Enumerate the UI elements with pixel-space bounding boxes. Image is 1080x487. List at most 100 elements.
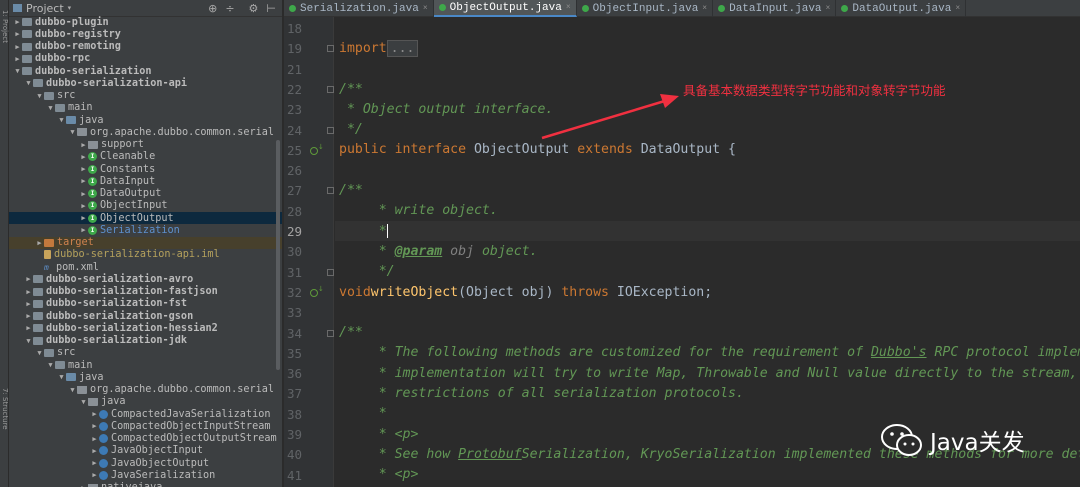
expand-right-icon[interactable]: ▶ [79, 153, 88, 161]
tree-item[interactable]: ▶ support [9, 139, 282, 151]
close-icon[interactable]: × [566, 3, 571, 12]
expand-right-icon[interactable]: ▶ [79, 165, 88, 173]
tree-item[interactable]: ▼ java [9, 371, 282, 383]
expand-down-icon[interactable]: ▼ [24, 337, 33, 345]
tree-item[interactable]: ▶ I DataOutput [9, 188, 282, 200]
expand-right-icon[interactable]: ▶ [24, 275, 33, 283]
tree-item[interactable]: ▶ target [9, 236, 282, 249]
tree-item[interactable]: ▼ org.apache.dubbo.common.serial [9, 126, 282, 138]
code-line[interactable]: import ... [335, 38, 1080, 58]
code-line[interactable]: * implementation will try to write Map, … [335, 363, 1080, 383]
expand-right-icon[interactable]: ▶ [24, 324, 33, 332]
tree-item[interactable]: ▼ main [9, 102, 282, 114]
code-line[interactable] [335, 59, 1080, 79]
expand-right-icon[interactable]: ▶ [24, 312, 33, 320]
expand-right-icon[interactable]: ▶ [79, 226, 88, 234]
tree-item[interactable]: ▶ JavaObjectOutput [9, 457, 282, 469]
tree-item[interactable]: ▶ I Serialization [9, 224, 282, 236]
expand-down-icon[interactable]: ▼ [35, 349, 44, 357]
code-line[interactable]: public interface ObjectOutput extends Da… [335, 140, 1080, 160]
tree-item[interactable]: ▼ main [9, 359, 282, 371]
code-line[interactable] [335, 18, 1080, 38]
expand-right-icon[interactable]: ▶ [79, 214, 88, 222]
editor-tab[interactable]: Serialization.java × [284, 0, 434, 17]
tree-item[interactable]: ▼ dubbo-serialization-jdk [9, 335, 282, 347]
editor-tab[interactable]: DataOutput.java × [836, 0, 967, 17]
expand-down-icon[interactable]: ▼ [68, 386, 77, 394]
tree-item[interactable]: ▶ JavaSerialization [9, 469, 282, 481]
tree-item[interactable]: ▶ dubbo-serialization-gson [9, 310, 282, 322]
expand-right-icon[interactable]: ▶ [13, 18, 22, 26]
tree-item[interactable]: ▶ dubbo-remoting [9, 41, 282, 53]
code-line[interactable]: * Object output interface. [335, 99, 1080, 119]
expand-right-icon[interactable]: ▶ [79, 202, 88, 210]
fold-icon[interactable] [327, 329, 334, 337]
tree-item[interactable]: ▶ CompactedJavaSerialization [9, 408, 282, 420]
expand-right-icon[interactable]: ▶ [90, 447, 99, 455]
fold-icon[interactable] [327, 45, 334, 53]
tree-item[interactable]: ▼ dubbo-serialization [9, 65, 282, 77]
expand-right-icon[interactable]: ▶ [90, 471, 99, 479]
expand-right-icon[interactable]: ▶ [79, 177, 88, 185]
tree-item[interactable]: ▶ I DataInput [9, 175, 282, 187]
code-line[interactable]: * write object. [335, 201, 1080, 221]
expand-right-icon[interactable]: ▶ [13, 43, 22, 51]
code-line[interactable]: * @param obj object. [335, 241, 1080, 261]
code-line[interactable]: * <p> [335, 465, 1080, 485]
tree-item[interactable]: ▼ dubbo-serialization-api [9, 77, 282, 89]
expand-right-icon[interactable]: ▶ [90, 459, 99, 467]
tree-item[interactable]: m pom.xml [9, 261, 282, 273]
fold-icon[interactable] [327, 85, 334, 93]
implemented-icon[interactable] [310, 146, 318, 155]
code-line[interactable]: /** [335, 323, 1080, 343]
close-icon[interactable]: × [955, 4, 960, 13]
expand-down-icon[interactable]: ▼ [79, 398, 88, 406]
code-line[interactable]: * [335, 404, 1080, 424]
code-line[interactable]: void writeObject (Object obj) throws IOEx… [335, 282, 1080, 302]
tree-item[interactable]: ▶ dubbo-registry [9, 28, 282, 40]
project-tool-tab[interactable]: 1: Project [0, 10, 9, 43]
structure-tool-tab[interactable]: 7: Structure [0, 388, 9, 430]
expand-right-icon[interactable]: ▶ [13, 30, 22, 38]
dropdown-icon[interactable]: ▾ [68, 4, 72, 12]
expand-right-icon[interactable]: ▶ [79, 190, 88, 198]
editor-tab[interactable]: DataInput.java × [713, 0, 837, 17]
implemented-icon[interactable] [310, 288, 318, 297]
hide-icon[interactable]: ⊢ [266, 2, 276, 15]
tree-item[interactable]: ▼ src [9, 90, 282, 102]
code-line[interactable]: */ [335, 120, 1080, 140]
editor-tab[interactable]: ObjectInput.java × [577, 0, 714, 17]
tree-item[interactable]: ▼ src [9, 347, 282, 359]
tree-item[interactable]: ▶ I Cleanable [9, 151, 282, 163]
tree-item[interactable]: ▶ I ObjectInput [9, 200, 282, 212]
code-line[interactable]: */ [335, 262, 1080, 282]
expand-right-icon[interactable]: ▶ [24, 288, 33, 296]
tree-item[interactable]: dubbo-serialization-api.iml [9, 249, 282, 261]
fold-icon[interactable] [327, 126, 334, 134]
code-line[interactable]: * [335, 221, 1080, 242]
tree-item[interactable]: ▶ JavaObjectInput [9, 445, 282, 457]
expand-down-icon[interactable]: ▼ [13, 67, 22, 75]
expand-right-icon[interactable]: ▶ [24, 300, 33, 308]
expand-right-icon[interactable]: ▶ [90, 422, 99, 430]
code-line[interactable] [335, 302, 1080, 322]
fold-icon[interactable] [327, 187, 334, 195]
expand-right-icon[interactable]: ▶ [79, 484, 88, 487]
tree-item[interactable]: ▶ I ObjectOutput [9, 212, 282, 225]
expand-down-icon[interactable]: ▼ [57, 373, 66, 381]
code-line[interactable] [335, 160, 1080, 180]
tree-item[interactable]: ▼ java [9, 396, 282, 408]
expand-down-icon[interactable]: ▼ [24, 79, 33, 87]
code-line[interactable]: * restrictions of all serialization prot… [335, 383, 1080, 403]
tree-item[interactable]: ▼ org.apache.dubbo.common.serial [9, 384, 282, 396]
code-line[interactable]: * The following methods are customized f… [335, 343, 1080, 363]
expand-down-icon[interactable]: ▼ [68, 128, 77, 136]
code-line[interactable]: /** [335, 180, 1080, 200]
close-icon[interactable]: × [702, 4, 707, 13]
locate-icon[interactable]: ⊕ [208, 2, 217, 15]
project-title[interactable]: Project [26, 2, 64, 15]
expand-down-icon[interactable]: ▼ [46, 104, 55, 112]
tree-item[interactable]: ▶ dubbo-serialization-fst [9, 298, 282, 310]
expand-right-icon[interactable]: ▶ [90, 435, 99, 443]
tree-item[interactable]: ▶ dubbo-serialization-avro [9, 273, 282, 285]
